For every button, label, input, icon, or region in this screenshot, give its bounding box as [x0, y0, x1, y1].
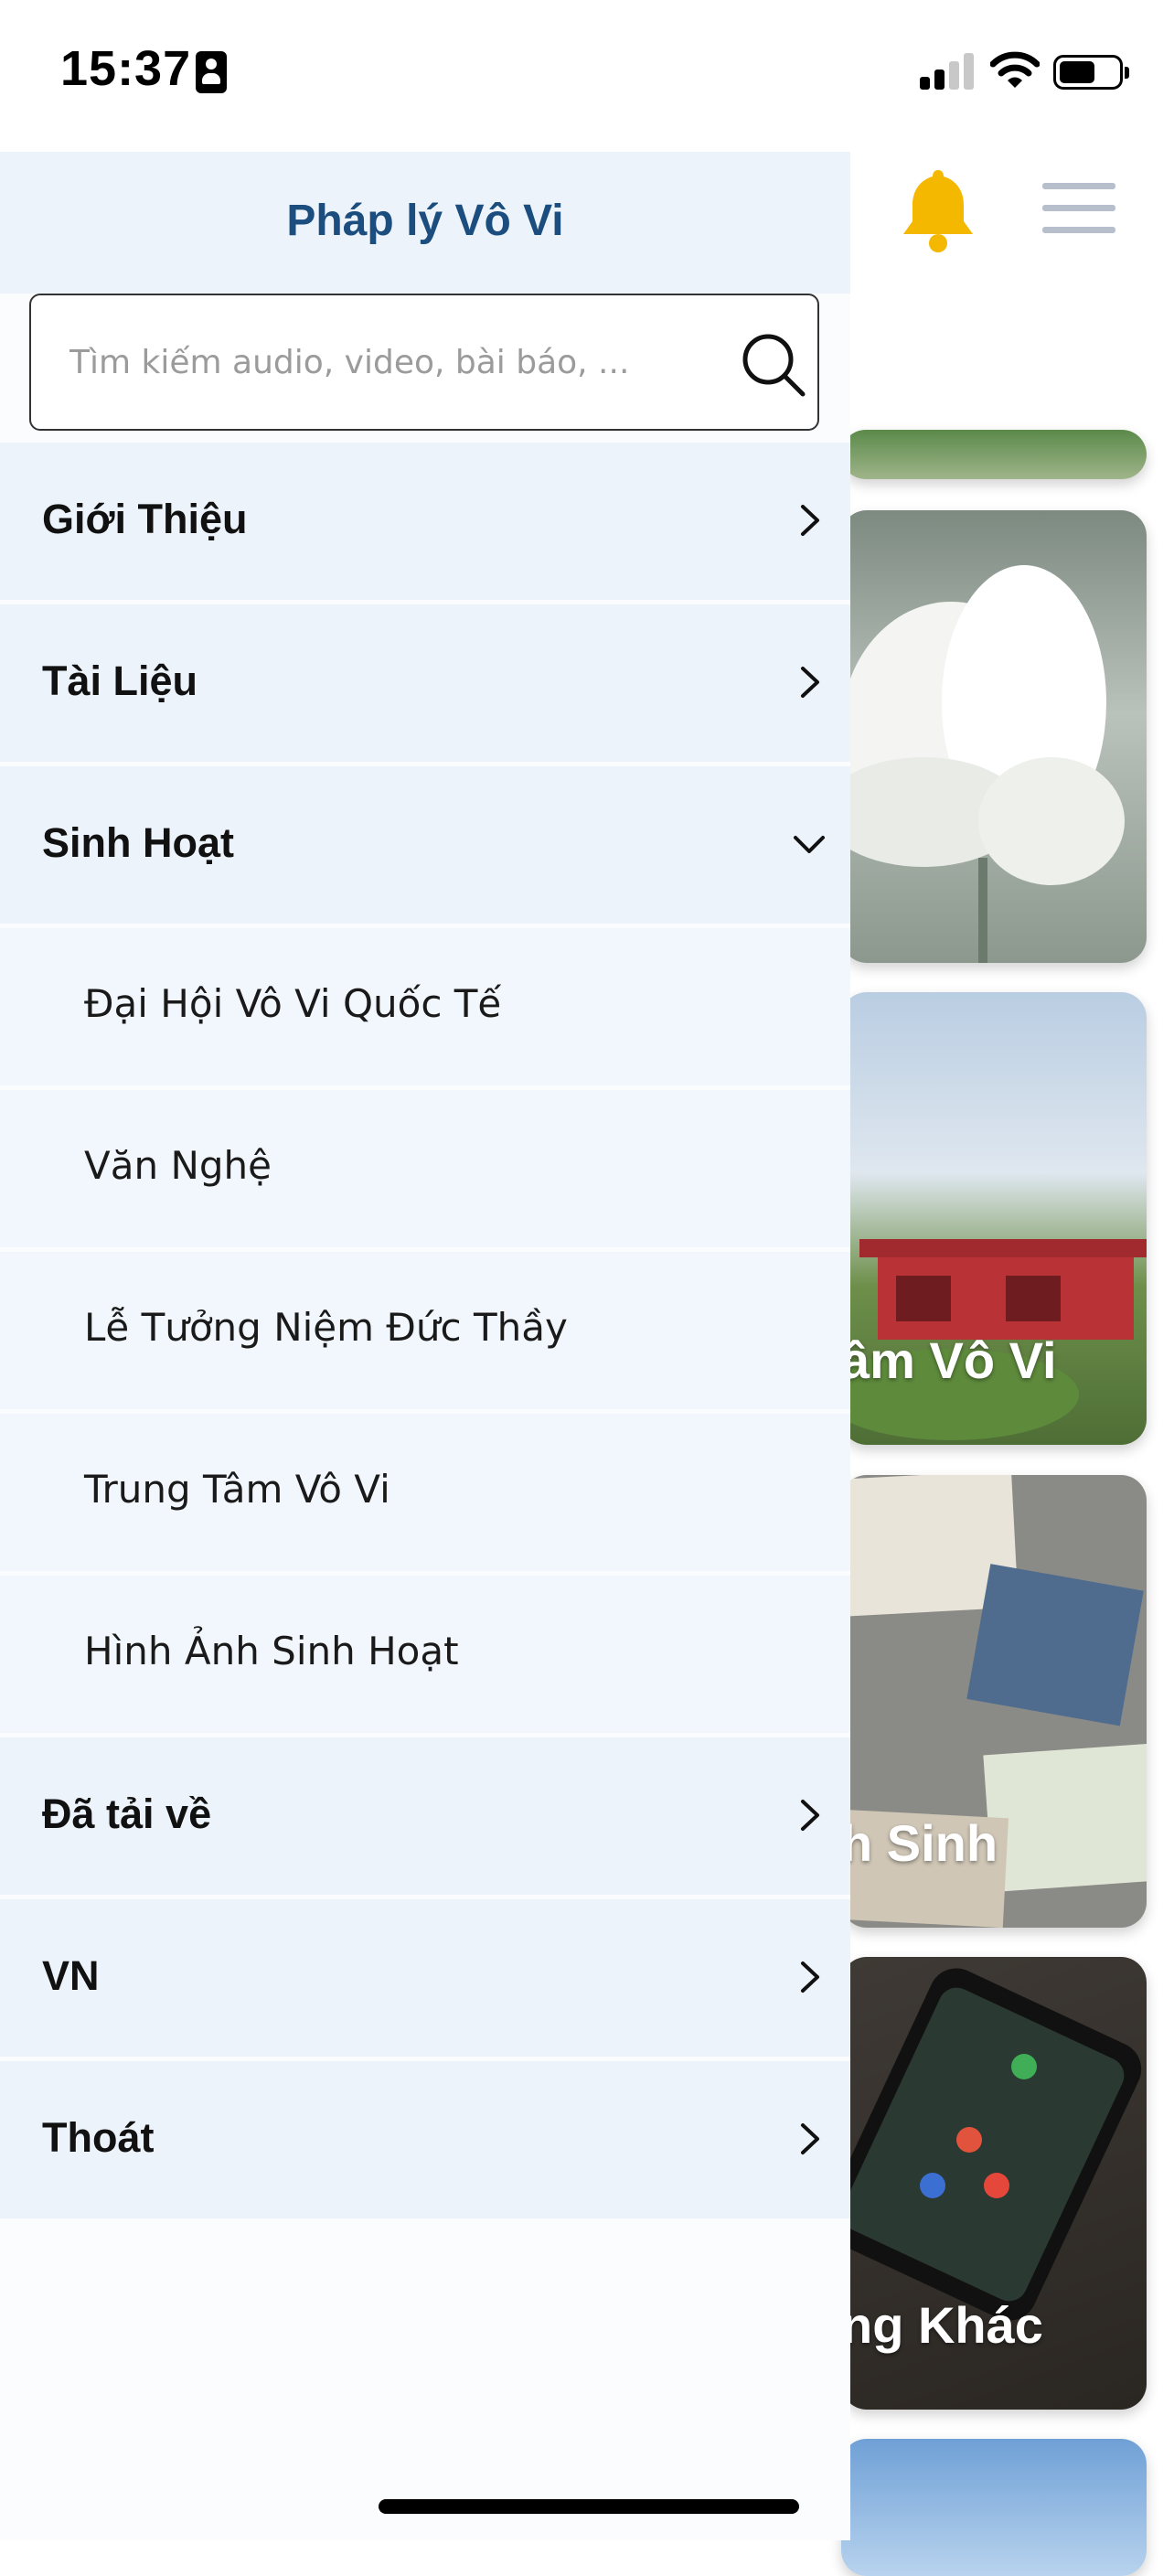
card-label: ng Khác — [841, 2296, 1043, 2354]
chevron-right-icon — [801, 505, 819, 536]
card-lotus[interactable] — [841, 510, 1147, 963]
cellular-signal-icon — [920, 53, 975, 90]
menu-item-da-tai-ve[interactable]: Đã tải về — [0, 1737, 850, 1895]
card-activities[interactable]: h Sinh — [841, 1475, 1147, 1928]
hamburger-icon[interactable] — [1042, 183, 1115, 234]
chevron-down-icon — [794, 836, 825, 853]
home-indicator — [379, 2499, 799, 2514]
card-center[interactable]: âm Vô Vi — [841, 992, 1147, 1445]
card-image-top[interactable] — [841, 430, 1147, 479]
search-bar[interactable] — [29, 294, 819, 431]
menu-item-sinh-hoat[interactable]: Sinh Hoạt — [0, 766, 850, 924]
menu-item-label: Tài Liệu — [42, 657, 198, 704]
menu-item-tai-lieu[interactable]: Tài Liệu — [0, 604, 850, 762]
bell-icon[interactable] — [900, 165, 977, 256]
drawer-title: Pháp lý Vô Vi — [286, 197, 564, 245]
wifi-icon — [990, 51, 1040, 88]
lotus-image — [841, 565, 1125, 963]
chevron-right-icon — [801, 667, 819, 698]
submenu-item-label: Lễ Tưởng Niệm Đức Thầy — [84, 1305, 568, 1350]
menu-item-label: Đã tải về — [42, 1790, 212, 1837]
submenu-item-hinh-anh[interactable]: Hình Ảnh Sinh Hoạt — [0, 1576, 850, 1733]
menu-item-label: Sinh Hoạt — [42, 819, 234, 866]
card-label: âm Vô Vi — [841, 1331, 1057, 1389]
submenu-item-dai-hoi[interactable]: Đại Hội Vô Vi Quốc Tế — [0, 928, 850, 1085]
status-bar: 15:37 — [0, 0, 1174, 146]
submenu-item-label: Trung Tâm Vô Vi — [84, 1467, 390, 1512]
card-other[interactable]: ng Khác — [841, 1957, 1147, 2410]
menu-item-thoat[interactable]: Thoát — [0, 2061, 850, 2218]
search-icon[interactable] — [737, 328, 810, 401]
submenu-item-label: Hình Ảnh Sinh Hoạt — [84, 1629, 459, 1673]
drawer-header: Pháp lý Vô Vi — [0, 152, 850, 294]
submenu-item-label: Đại Hội Vô Vi Quốc Tế — [84, 981, 502, 1026]
card-label: h Sinh — [841, 1814, 998, 1872]
submenu-item-label: Văn Nghệ — [84, 1143, 272, 1188]
submenu-item-le-tuong-niem[interactable]: Lễ Tưởng Niệm Đức Thầy — [0, 1252, 850, 1409]
menu-item-language[interactable]: VN — [0, 1899, 850, 2057]
chevron-right-icon — [801, 1800, 819, 1831]
navigation-drawer: Pháp lý Vô Vi Giới Thiệu Tài Liệu Sinh H… — [0, 152, 850, 2540]
chevron-right-icon — [801, 2123, 819, 2154]
battery-icon — [1053, 55, 1129, 90]
contact-card-icon — [196, 51, 227, 93]
menu-item-label: VN — [42, 1952, 100, 1999]
status-time: 15:37 — [60, 41, 192, 96]
menu-item-label: Thoát — [42, 2114, 155, 2161]
search-input[interactable] — [68, 332, 711, 392]
menu-item-gioi-thieu[interactable]: Giới Thiệu — [0, 443, 850, 600]
chevron-right-icon — [801, 1961, 819, 1993]
card-sky[interactable] — [841, 2439, 1147, 2576]
menu-item-label: Giới Thiệu — [42, 496, 248, 542]
submenu-item-van-nghe[interactable]: Văn Nghệ — [0, 1090, 850, 1247]
submenu-item-trung-tam[interactable]: Trung Tâm Vô Vi — [0, 1414, 850, 1571]
